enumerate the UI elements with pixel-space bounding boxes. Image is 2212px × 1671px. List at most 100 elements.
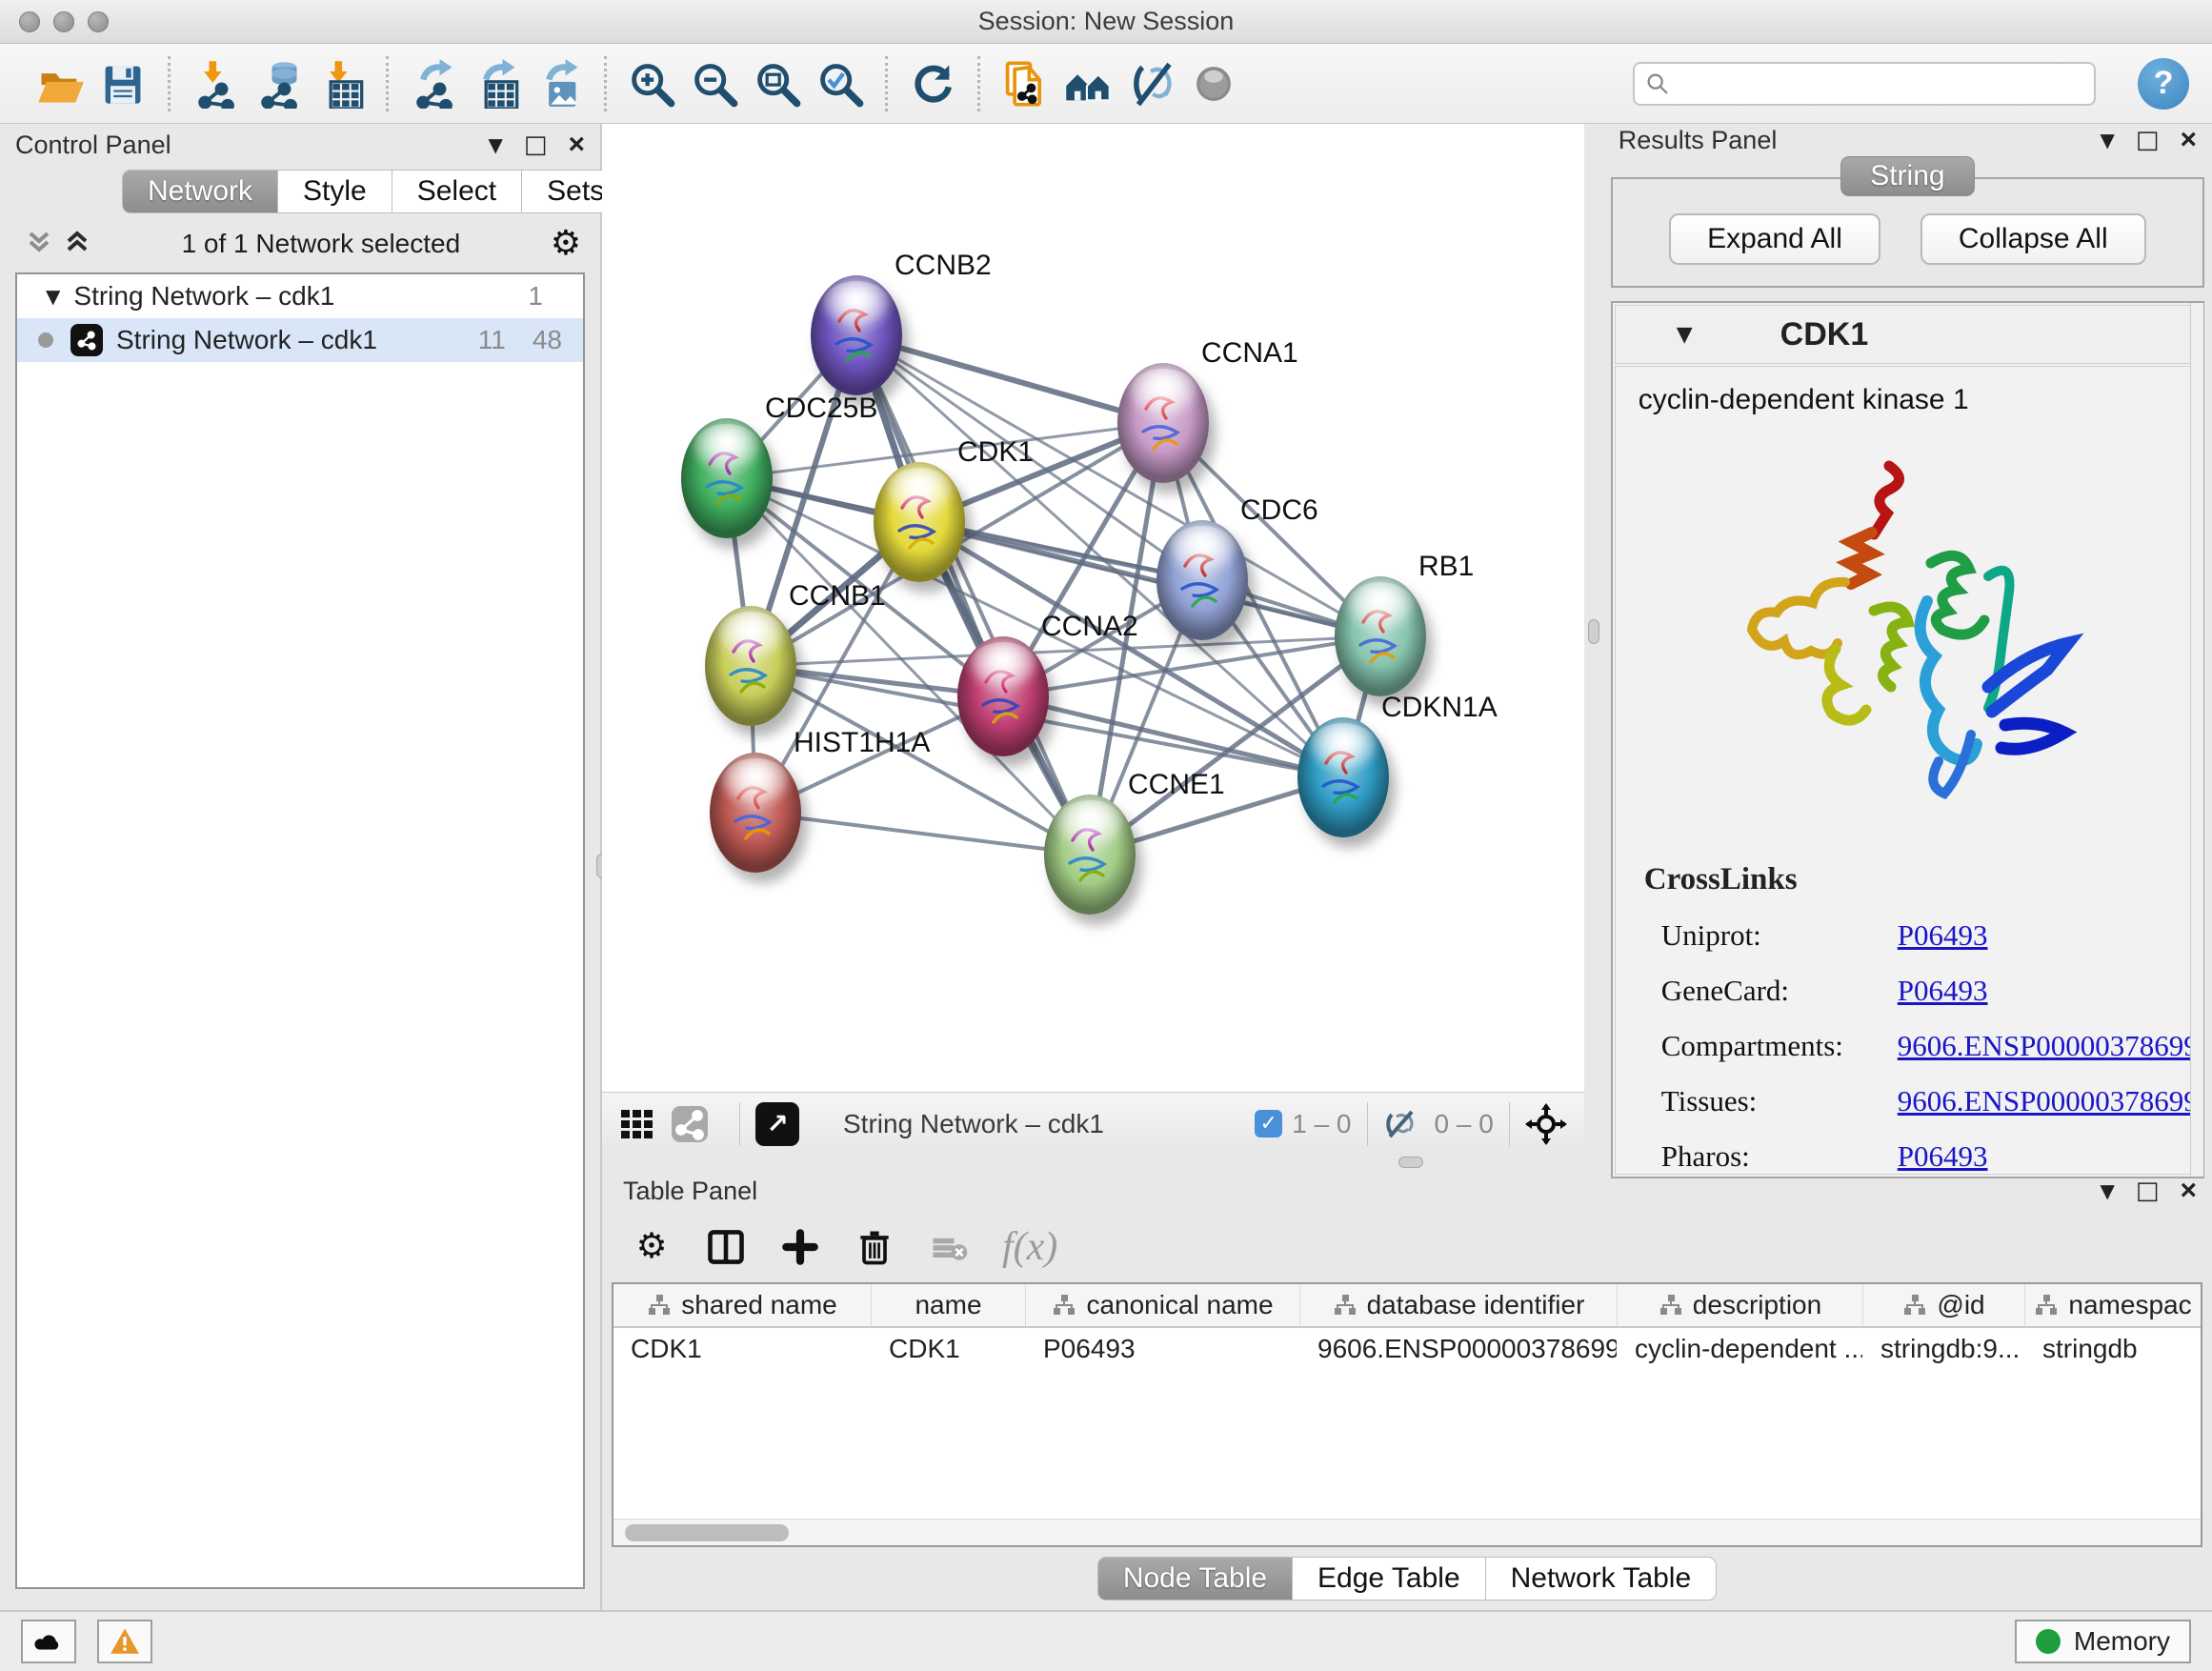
tab-network-table[interactable]: Network Table (1486, 1557, 1718, 1601)
control-panel-close-icon[interactable]: × (568, 129, 585, 161)
node-gloss (970, 642, 1036, 688)
network-node-hist1h1a[interactable] (710, 753, 801, 873)
grid-view-icon[interactable] (619, 1106, 655, 1142)
search-input[interactable] (1679, 69, 2084, 98)
horizontal-splitter[interactable] (602, 1155, 2212, 1170)
delete-table-button[interactable] (928, 1226, 970, 1268)
houses-button[interactable] (1056, 51, 1119, 116)
table-cell[interactable]: CDK1 (613, 1328, 872, 1372)
network-node-cdkn1a[interactable] (1297, 717, 1389, 837)
control-panel-float-icon[interactable]: □ (524, 131, 548, 159)
column-header-database-identifier[interactable]: database identifier (1300, 1284, 1618, 1326)
help-button[interactable]: ? (2138, 58, 2189, 110)
table-panel-menu-icon[interactable]: ▼ (2101, 1179, 2115, 1202)
scrollbar-thumb[interactable] (625, 1524, 789, 1541)
table-settings-button[interactable]: ⚙ (631, 1226, 673, 1268)
column-header-description[interactable]: description (1618, 1284, 1863, 1326)
network-node-ccne1[interactable] (1044, 795, 1136, 915)
share-view-icon[interactable] (671, 1105, 709, 1143)
network-node-ccnb2[interactable] (811, 275, 902, 395)
zoom-in-button[interactable] (620, 51, 683, 116)
hide-eye-button[interactable] (1119, 51, 1182, 116)
import-table-button[interactable] (310, 51, 372, 116)
network-node-rb1[interactable] (1335, 576, 1426, 696)
results-panel-close-icon[interactable]: × (2180, 124, 2197, 156)
network-node-cdc25b[interactable] (681, 418, 773, 538)
collapse-all-button[interactable]: Collapse All (1920, 213, 2146, 265)
add-column-button[interactable] (779, 1226, 821, 1268)
network-canvas[interactable]: CCNB2CCNA1CDC25BCDK1CDC6RB1CCNB1CCNA2CDK… (602, 124, 1584, 1092)
column-header-name[interactable]: name (872, 1284, 1026, 1326)
column-header-shared-name[interactable]: shared name (613, 1284, 872, 1326)
zoom-fit-button[interactable] (746, 51, 809, 116)
collapse-all-chevron-icon[interactable] (25, 228, 53, 261)
warning-button[interactable] (97, 1620, 152, 1663)
table-cell[interactable]: cyclin-dependent ... (1618, 1328, 1863, 1372)
network-options-gear-icon[interactable]: ⚙ (551, 227, 581, 261)
control-panel-menu-icon[interactable]: ▼ (489, 133, 503, 156)
control-panel-tabs: NetworkStyleSelectSets (122, 170, 600, 213)
tree-expand-icon[interactable]: ▼ (46, 285, 60, 308)
table-cell[interactable]: 9606.ENSP00000378699 (1300, 1328, 1618, 1372)
zoom-selected-button[interactable] (809, 51, 872, 116)
clone-network-button[interactable] (994, 51, 1056, 116)
refresh-button[interactable] (901, 51, 964, 116)
tab-network[interactable]: Network (122, 170, 278, 213)
expand-all-chevron-icon[interactable] (63, 228, 91, 261)
table-panel-float-icon[interactable]: □ (2136, 1177, 2160, 1205)
table-cell[interactable]: CDK1 (872, 1328, 1026, 1372)
save-session-button[interactable] (91, 51, 154, 116)
crosslink-link[interactable]: P06493 (1898, 974, 1988, 1008)
delete-button[interactable] (854, 1226, 895, 1268)
zoom-out-button[interactable] (683, 51, 746, 116)
show-eye-button[interactable] (1182, 51, 1245, 116)
tab-node-table[interactable]: Node Table (1097, 1557, 1293, 1601)
split-panel-button[interactable] (705, 1226, 747, 1268)
network-node-ccnb1[interactable] (705, 606, 796, 726)
export-image-button[interactable] (528, 51, 591, 116)
cloud-button[interactable] (21, 1620, 76, 1663)
horizontal-splitter-handle[interactable] (1398, 1157, 1423, 1168)
network-tree-root-row[interactable]: ▼ String Network – cdk1 1 (17, 274, 583, 318)
network-node-ccna1[interactable] (1117, 363, 1209, 483)
column-header-namespac[interactable]: namespac (2025, 1284, 2201, 1326)
tab-string[interactable]: String (1840, 156, 1974, 196)
tab-edge-table[interactable]: Edge Table (1293, 1557, 1486, 1601)
import-network-button[interactable] (184, 51, 247, 116)
network-node-ccna2[interactable] (957, 636, 1049, 756)
expand-all-button[interactable]: Expand All (1669, 213, 1880, 265)
vertical-splitter-handle[interactable] (1588, 619, 1599, 644)
results-scrollbar[interactable] (2190, 303, 2203, 1177)
pan-crosshair-icon[interactable] (1525, 1103, 1567, 1145)
column-header-canonical-name[interactable]: canonical name (1026, 1284, 1300, 1326)
birdseye-view-button[interactable]: ↗ (755, 1102, 799, 1146)
table-panel-close-icon[interactable]: × (2180, 1175, 2197, 1207)
column-header--id[interactable]: @id (1863, 1284, 2025, 1326)
entry-collapse-icon[interactable]: ▼ (1677, 323, 1693, 347)
search-box[interactable] (1633, 62, 2096, 106)
selected-checkbox-icon[interactable]: ✓ (1255, 1110, 1282, 1137)
vertical-splitter[interactable] (1584, 124, 1603, 1155)
network-tree-child-row[interactable]: String Network – cdk1 11 48 (17, 318, 583, 362)
memory-button[interactable]: Memory (2015, 1620, 2191, 1663)
network-node-cdc6[interactable] (1156, 520, 1248, 640)
export-network-button[interactable] (402, 51, 465, 116)
results-entry-header[interactable]: ▼ CDK1 (1615, 305, 2201, 364)
crosslink-link[interactable]: P06493 (1898, 918, 1988, 953)
export-table-button[interactable] (465, 51, 528, 116)
table-horizontal-scrollbar[interactable] (613, 1519, 2201, 1545)
open-session-button[interactable] (29, 51, 91, 116)
results-panel-float-icon[interactable]: □ (2136, 126, 2160, 154)
crosslink-link[interactable]: 9606.ENSP00000378699 (1898, 1029, 2199, 1063)
import-database-button[interactable] (247, 51, 310, 116)
network-node-cdk1[interactable] (874, 462, 965, 582)
table-cell[interactable]: stringdb:9... (1863, 1328, 2025, 1372)
crosslink-link[interactable]: 9606.ENSP00000378699 (1898, 1084, 2199, 1118)
function-button[interactable]: f(x) (1002, 1224, 1057, 1270)
protein-structure-image (1616, 416, 2200, 837)
tab-style[interactable]: Style (278, 170, 392, 213)
table-cell[interactable]: P06493 (1026, 1328, 1300, 1372)
tab-select[interactable]: Select (392, 170, 522, 213)
table-cell[interactable]: stringdb (2025, 1328, 2201, 1372)
results-panel-menu-icon[interactable]: ▼ (2101, 129, 2115, 151)
